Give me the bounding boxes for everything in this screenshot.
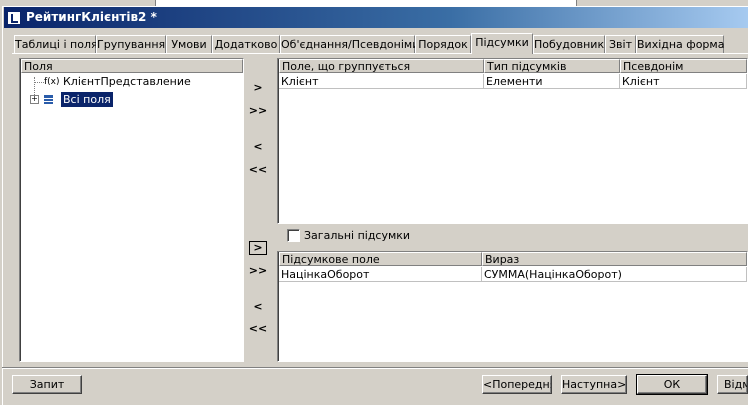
ok-button[interactable]: ОК <box>636 374 708 395</box>
window-title: РейтингКлієнтів2 * <box>26 10 157 24</box>
col-expression[interactable]: Вираз <box>482 252 747 266</box>
tab-conditions[interactable]: Умови <box>166 35 212 53</box>
footer-divider <box>2 367 748 369</box>
totals-table[interactable]: Підсумкове поле Вираз НацінкаОборот СУММ… <box>277 251 748 362</box>
col-grouped-field[interactable]: Поле, що группується <box>279 59 484 73</box>
cancel-button[interactable]: Відм <box>717 375 748 394</box>
tab-totals[interactable]: Підсумки <box>471 33 533 54</box>
remove-all-totals-button[interactable]: << <box>248 321 268 337</box>
table-cell[interactable]: Елементи <box>484 74 620 89</box>
field-item-all-fields[interactable]: Всі поля <box>61 92 113 107</box>
expand-icon[interactable]: + <box>30 95 39 104</box>
fields-panel[interactable]: Поля f(x) КлієнтПредставление + Всі поля <box>19 58 244 362</box>
col-alias[interactable]: Псевдонім <box>620 59 747 73</box>
table-cell[interactable]: Клієнт <box>279 74 484 89</box>
title-bar[interactable]: РейтингКлієнтів2 * <box>4 7 748 28</box>
remove-total-button[interactable]: < <box>248 299 268 315</box>
prev-button[interactable]: <Попередня <box>482 375 552 394</box>
add-all-button[interactable]: >> <box>248 103 268 119</box>
col-total-type[interactable]: Тип підсумків <box>484 59 620 73</box>
grouping-table[interactable]: Поле, що группується Тип підсумків Псевд… <box>277 58 748 224</box>
add-button[interactable]: > <box>248 80 268 96</box>
tab-additional[interactable]: Додатково <box>212 35 280 53</box>
fields-header[interactable]: Поля <box>21 59 243 73</box>
tab-unions-aliases[interactable]: Об'єднання/Псевдоніми <box>280 35 419 53</box>
overall-totals-checkbox[interactable] <box>287 229 300 242</box>
col-total-field[interactable]: Підсумкове поле <box>279 252 482 266</box>
window-icon <box>7 11 21 25</box>
query-button[interactable]: Запит <box>12 375 82 394</box>
tab-order[interactable]: Порядок <box>415 35 471 53</box>
tab-report[interactable]: Звіт <box>605 35 636 53</box>
add-total-button[interactable]: > <box>249 241 267 255</box>
table-cell[interactable]: Клієнт <box>620 74 747 89</box>
table-cell[interactable]: НацінкаОборот <box>279 267 482 282</box>
table-cell[interactable]: СУММА(НацінкаОборот) <box>482 267 747 282</box>
add-all-totals-button[interactable]: >> <box>248 263 268 279</box>
tab-builder[interactable]: Побудовник <box>533 35 605 53</box>
function-icon: f(x) <box>44 77 60 87</box>
tab-tables-fields[interactable]: Таблиці і поля <box>14 35 98 53</box>
table-icon <box>44 95 53 105</box>
remove-all-button[interactable]: << <box>248 162 268 178</box>
tab-grouping[interactable]: Групування <box>96 35 166 53</box>
tab-divider <box>12 53 748 54</box>
overall-totals-label: Загальні підсумки <box>304 229 411 242</box>
next-button[interactable]: Наступна> <box>561 375 627 394</box>
remove-button[interactable]: < <box>248 139 268 155</box>
field-item-client-presentation[interactable]: КлієнтПредставление <box>63 75 191 88</box>
tab-output-form[interactable]: Вихідна форма <box>636 35 724 53</box>
